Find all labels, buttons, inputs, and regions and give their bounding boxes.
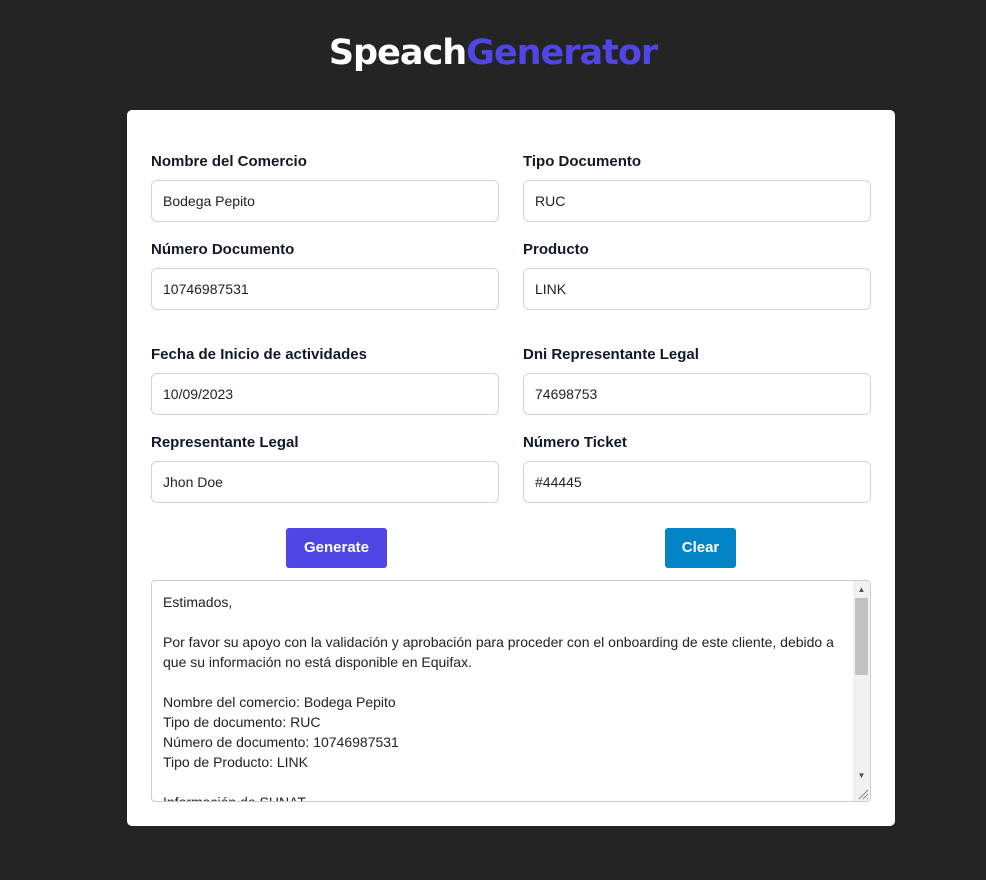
field-numero-documento: Número Documento 10746987531 — [151, 240, 499, 310]
scroll-up-arrow-icon[interactable]: ▲ — [853, 581, 870, 598]
field-dni-representante: Dni Representante Legal 74698753 — [523, 345, 871, 415]
scroll-down-arrow-icon[interactable]: ▼ — [853, 767, 870, 784]
fecha-inicio-input[interactable]: 10/09/2023 — [151, 373, 499, 415]
numero-documento-input[interactable]: 10746987531 — [151, 268, 499, 310]
fecha-inicio-label: Fecha de Inicio de actividades — [151, 346, 367, 363]
clear-button[interactable]: Clear — [665, 528, 736, 568]
representante-input[interactable]: Jhon Doe — [151, 461, 499, 503]
producto-label: Producto — [523, 241, 589, 258]
field-tipo-documento: Tipo Documento RUC — [523, 152, 871, 222]
field-fecha-inicio: Fecha de Inicio de actividades 10/09/202… — [151, 345, 499, 415]
textarea-scrollbar[interactable]: ▲ ▼ — [853, 581, 870, 801]
numero-ticket-label: Número Ticket — [523, 434, 627, 451]
tipo-documento-label: Tipo Documento — [523, 153, 642, 170]
representante-label: Representante Legal — [151, 434, 299, 451]
app-title-part1: Speach — [328, 33, 467, 73]
numero-ticket-input[interactable]: #44445 — [523, 461, 871, 503]
output-textarea[interactable]: Estimados, Por favor su apoyo con la val… — [151, 580, 871, 802]
field-numero-ticket: Número Ticket #44445 — [523, 433, 871, 503]
resize-grip-icon[interactable] — [855, 786, 869, 800]
form-card: Nombre del Comercio Bodega Pepito Tipo D… — [127, 110, 895, 826]
generate-button[interactable]: Generate — [286, 528, 387, 568]
producto-input[interactable]: LINK — [523, 268, 871, 310]
app-title-part2: Generator — [466, 33, 658, 73]
dni-representante-input[interactable]: 74698753 — [523, 373, 871, 415]
nombre-comercio-label: Nombre del Comercio — [151, 153, 307, 170]
field-producto: Producto LINK — [523, 240, 871, 310]
nombre-comercio-input[interactable]: Bodega Pepito — [151, 180, 499, 222]
field-nombre-comercio: Nombre del Comercio Bodega Pepito — [151, 152, 499, 222]
field-representante: Representante Legal Jhon Doe — [151, 433, 499, 503]
tipo-documento-input[interactable]: RUC — [523, 180, 871, 222]
numero-documento-label: Número Documento — [151, 241, 295, 258]
app-title: SpeachGenerator — [0, 30, 986, 76]
dni-representante-label: Dni Representante Legal — [523, 346, 699, 363]
scrollbar-thumb[interactable] — [855, 598, 868, 675]
output-text: Estimados, Por favor su apoyo con la val… — [163, 594, 834, 802]
